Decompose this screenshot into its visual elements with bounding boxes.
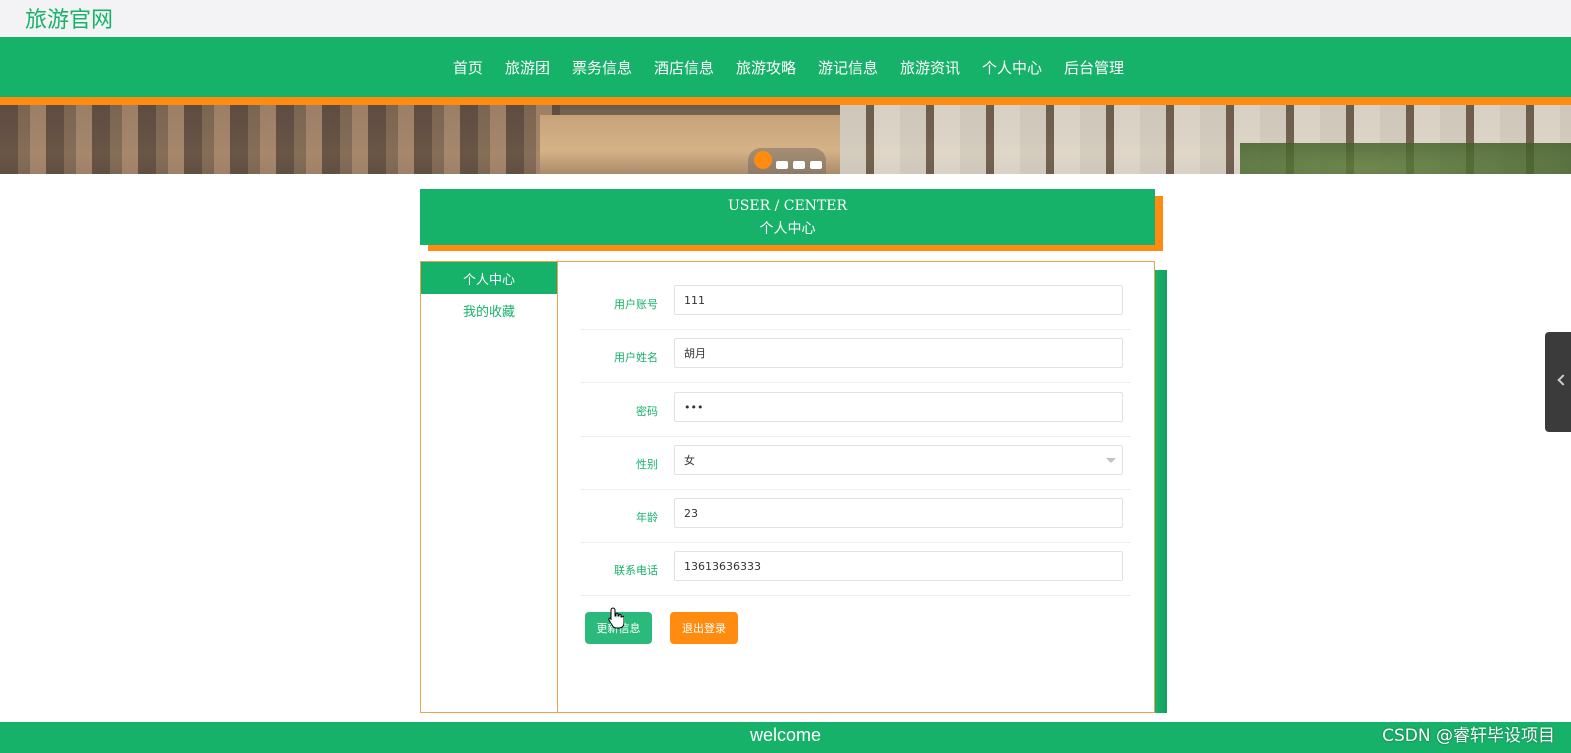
footer: welcome xyxy=(0,722,1571,753)
site-title[interactable]: 旅游官网 xyxy=(25,2,113,34)
watermark: CSDN @睿轩毕设项目 xyxy=(1382,726,1555,746)
name-input[interactable]: 胡月 xyxy=(674,338,1123,368)
section-header: USER / CENTER 个人中心 xyxy=(420,189,1155,245)
main-nav: 首页 旅游团 票务信息 酒店信息 旅游攻略 游记信息 旅游资讯 个人中心 后台管… xyxy=(0,37,1571,97)
nav-item-guides[interactable]: 旅游攻略 xyxy=(725,57,807,78)
password-label: 密码 xyxy=(636,405,658,418)
chevron-left-icon xyxy=(1557,374,1569,386)
phone-label: 联系电话 xyxy=(614,564,658,577)
banner-image-left xyxy=(0,105,560,174)
gender-select[interactable]: 女 xyxy=(674,445,1123,475)
form-row-account: 用户账号 111 xyxy=(580,277,1131,330)
sidebar-item-user-center[interactable]: 个人中心 xyxy=(421,262,557,294)
gender-value: 女 xyxy=(684,454,695,467)
nav-item-tour-group[interactable]: 旅游团 xyxy=(494,57,561,78)
nav-item-hotels[interactable]: 酒店信息 xyxy=(643,57,725,78)
section-title-cn: 个人中心 xyxy=(759,221,816,237)
carousel-dot[interactable] xyxy=(810,161,822,169)
top-bar: 旅游官网 xyxy=(0,0,1571,37)
password-input[interactable]: ••• xyxy=(674,392,1123,422)
name-label: 用户姓名 xyxy=(614,351,658,364)
panel-shadow xyxy=(1155,270,1167,713)
sidebar: 个人中心 我的收藏 xyxy=(421,262,558,712)
form-row-password: 密码 ••• xyxy=(580,384,1131,437)
form-row-age: 年龄 23 xyxy=(580,490,1131,543)
chevron-down-icon xyxy=(1106,458,1116,463)
nav-item-user-center[interactable]: 个人中心 xyxy=(971,57,1053,78)
section-title-en: USER / CENTER xyxy=(727,198,848,214)
nav-item-admin[interactable]: 后台管理 xyxy=(1053,57,1135,78)
account-label: 用户账号 xyxy=(614,298,658,311)
logout-button[interactable]: 退出登录 xyxy=(670,612,738,644)
carousel-dot[interactable] xyxy=(776,161,788,169)
sidebar-item-favorites[interactable]: 我的收藏 xyxy=(421,294,557,326)
gender-label: 性别 xyxy=(636,458,658,471)
nav-item-travelogues[interactable]: 游记信息 xyxy=(807,57,889,78)
carousel-dot-active[interactable] xyxy=(754,151,772,169)
nav-item-news[interactable]: 旅游资讯 xyxy=(889,57,971,78)
form-row-name: 用户姓名 胡月 xyxy=(580,330,1131,383)
nav-item-tickets[interactable]: 票务信息 xyxy=(561,57,643,78)
banner-image-greenery xyxy=(1240,143,1571,174)
nav-item-home[interactable]: 首页 xyxy=(442,57,494,78)
hand-cursor-icon xyxy=(608,607,624,629)
footer-text: welcome xyxy=(749,725,822,745)
age-input[interactable]: 23 xyxy=(674,498,1123,528)
side-float-tab[interactable] xyxy=(1545,332,1571,432)
phone-input[interactable]: 13613636333 xyxy=(674,551,1123,581)
account-input[interactable]: 111 xyxy=(674,285,1123,315)
nav-stripe xyxy=(0,97,1571,105)
age-label: 年龄 xyxy=(636,511,658,524)
form-row-phone: 联系电话 13613636333 xyxy=(580,543,1131,596)
form-row-gender: 性别 女 xyxy=(580,437,1131,490)
carousel-dot[interactable] xyxy=(793,161,805,169)
